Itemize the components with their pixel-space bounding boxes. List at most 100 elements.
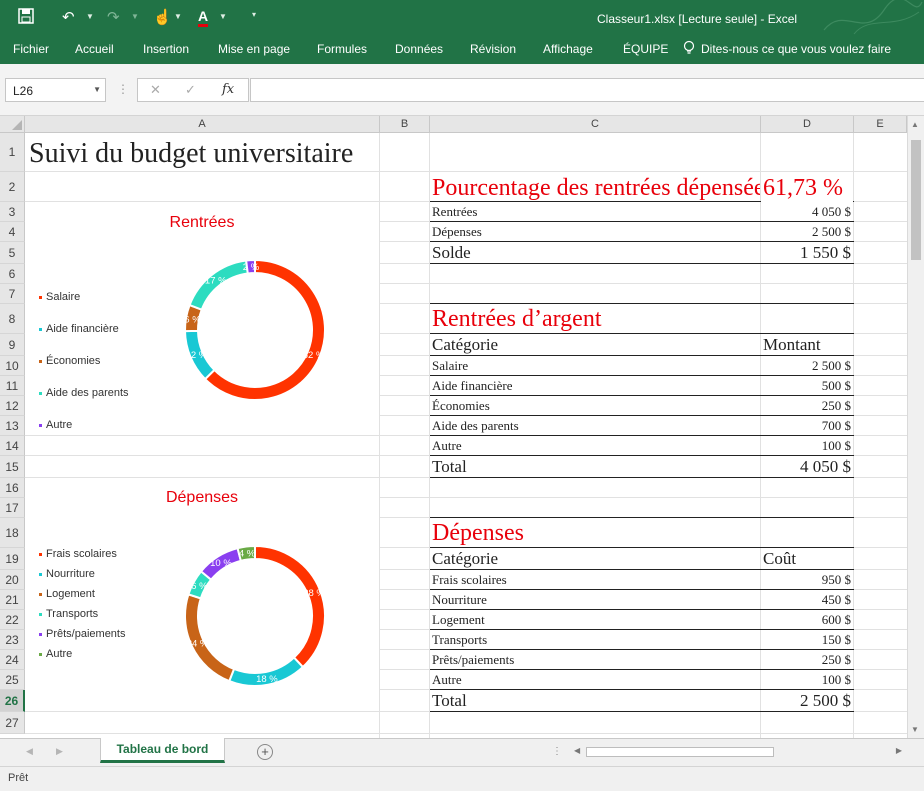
- cancel-icon[interactable]: ✕: [150, 82, 161, 98]
- table-row-label[interactable]: Aide financière: [432, 376, 512, 396]
- vertical-scroll-thumb[interactable]: [911, 140, 921, 260]
- table-row-label[interactable]: Salaire: [432, 356, 468, 376]
- expenses-col-cost[interactable]: Coût: [763, 548, 796, 570]
- column-header-e[interactable]: E: [854, 116, 907, 133]
- tab-affichage[interactable]: Affichage: [543, 42, 593, 56]
- row-header[interactable]: 17: [0, 498, 25, 518]
- redo-dropdown-icon[interactable]: ▼: [131, 12, 139, 21]
- horizontal-scroll-thumb[interactable]: [586, 747, 774, 757]
- tab-mise-en-page[interactable]: Mise en page: [218, 42, 290, 56]
- row-header[interactable]: 20: [0, 570, 25, 590]
- expenses-total-label[interactable]: Total: [432, 690, 467, 712]
- chevron-down-icon[interactable]: ▼: [93, 85, 101, 94]
- table-row-label[interactable]: Économies: [432, 396, 490, 416]
- touch-dropdown-icon[interactable]: ▼: [174, 12, 182, 21]
- income-total-value[interactable]: 4 050 $: [761, 456, 851, 478]
- expenses-donut[interactable]: 38 % 18 % 24 % 6 % 10 % 4 %: [165, 536, 345, 696]
- expenses-donut-chart[interactable]: Dépenses Frais scolaires Nourriture Logeme…: [25, 478, 379, 710]
- row-header[interactable]: 1: [0, 133, 25, 172]
- row-header[interactable]: 18: [0, 518, 25, 548]
- tell-me-search[interactable]: Dites-nous ce que vous voulez faire: [701, 42, 891, 56]
- income-donut[interactable]: 62 % 12 % 6 % 17 % 2 %: [165, 250, 345, 410]
- table-row-value[interactable]: 150 $: [761, 630, 851, 650]
- row-header[interactable]: 25: [0, 670, 25, 690]
- tab-equipe[interactable]: ÉQUIPE: [623, 42, 668, 56]
- expenses-heading[interactable]: Dépenses: [432, 518, 524, 548]
- expenses-col-category[interactable]: Catégorie: [432, 548, 498, 570]
- income-total-label[interactable]: Total: [432, 456, 467, 478]
- table-row-value[interactable]: 450 $: [761, 590, 851, 610]
- tab-insertion[interactable]: Insertion: [143, 42, 189, 56]
- row-header[interactable]: 24: [0, 650, 25, 670]
- row-header[interactable]: 23: [0, 630, 25, 650]
- table-row-label[interactable]: Aide des parents: [432, 416, 519, 436]
- save-icon[interactable]: [18, 8, 34, 30]
- row-header[interactable]: 26: [0, 690, 25, 712]
- split-handle-icon[interactable]: ⋮: [552, 746, 562, 757]
- row-header[interactable]: 6: [0, 264, 25, 284]
- row-header[interactable]: 10: [0, 356, 25, 376]
- horizontal-scrollbar[interactable]: ◀ ▶: [572, 745, 904, 759]
- summary-value[interactable]: 4 050 $: [761, 202, 851, 222]
- row-header[interactable]: 19: [0, 548, 25, 570]
- table-row-value[interactable]: 950 $: [761, 570, 851, 590]
- row-header[interactable]: 7: [0, 284, 25, 304]
- column-header-b[interactable]: B: [380, 116, 430, 133]
- undo-dropdown-icon[interactable]: ▼: [86, 12, 94, 21]
- row-header[interactable]: 9: [0, 334, 25, 356]
- income-col-amount[interactable]: Montant: [763, 334, 821, 356]
- solde-value[interactable]: 1 550 $: [761, 242, 851, 264]
- table-row-label[interactable]: Logement: [432, 610, 485, 630]
- customize-qat-icon[interactable]: ▾: [252, 10, 256, 19]
- sheet-tab-tableau-de-bord[interactable]: Tableau de bord: [100, 738, 225, 763]
- scroll-up-icon[interactable]: ▲: [911, 120, 919, 129]
- table-row-label[interactable]: Autre: [432, 670, 462, 690]
- row-header[interactable]: 21: [0, 590, 25, 610]
- row-header[interactable]: 14: [0, 436, 25, 456]
- table-row-value[interactable]: 250 $: [761, 396, 851, 416]
- table-row-value[interactable]: 700 $: [761, 416, 851, 436]
- row-header[interactable]: 22: [0, 610, 25, 630]
- table-row-value[interactable]: 600 $: [761, 610, 851, 630]
- table-row-label[interactable]: Nourriture: [432, 590, 487, 610]
- row-header[interactable]: 13: [0, 416, 25, 436]
- touch-mode-icon[interactable]: ☝: [153, 8, 172, 28]
- row-header[interactable]: 12: [0, 396, 25, 416]
- table-row-label[interactable]: Prêts/paiements: [432, 650, 514, 670]
- redo-icon[interactable]: ↷: [107, 8, 120, 28]
- row-header[interactable]: 3: [0, 202, 25, 222]
- column-header-c[interactable]: C: [430, 116, 761, 133]
- scroll-down-icon[interactable]: ▼: [911, 725, 919, 734]
- table-row-label[interactable]: Autre: [432, 436, 462, 456]
- income-donut-chart[interactable]: Rentrées Salaire Aide financière Économies…: [25, 202, 379, 435]
- column-header-d[interactable]: D: [761, 116, 854, 133]
- solde-label[interactable]: Solde: [432, 242, 471, 264]
- sheet-title[interactable]: Suivi du budget universitaire: [29, 136, 353, 171]
- summary-label[interactable]: Rentrées: [432, 202, 477, 222]
- row-header[interactable]: 15: [0, 456, 25, 478]
- row-header[interactable]: 5: [0, 242, 25, 264]
- formula-input[interactable]: [250, 78, 924, 102]
- income-heading[interactable]: Rentrées d’argent: [432, 304, 602, 334]
- row-header[interactable]: 27: [0, 712, 25, 734]
- pct-value[interactable]: 61,73 %: [761, 172, 853, 204]
- add-sheet-icon[interactable]: +: [257, 744, 273, 760]
- row-header[interactable]: 11: [0, 376, 25, 396]
- font-color-icon[interactable]: A: [198, 8, 209, 27]
- table-row-value[interactable]: 250 $: [761, 650, 851, 670]
- donut-slice[interactable]: [254, 544, 326, 669]
- table-row-value[interactable]: 500 $: [761, 376, 851, 396]
- prev-sheet-icon[interactable]: ◀: [26, 746, 33, 757]
- confirm-icon[interactable]: ✓: [185, 82, 196, 98]
- row-header[interactable]: 2: [0, 172, 25, 202]
- lightbulb-icon[interactable]: [683, 40, 695, 56]
- tab-formules[interactable]: Formules: [317, 42, 367, 56]
- column-header-a[interactable]: A: [25, 116, 380, 133]
- table-row-value[interactable]: 2 500 $: [761, 356, 851, 376]
- insert-function-icon[interactable]: fx: [222, 82, 234, 97]
- scroll-right-icon[interactable]: ▶: [896, 746, 902, 755]
- tab-fichier[interactable]: Fichier: [13, 42, 49, 56]
- income-col-category[interactable]: Catégorie: [432, 334, 498, 356]
- pct-label[interactable]: Pourcentage des rentrées dépensées: [432, 172, 760, 204]
- undo-icon[interactable]: ↶: [62, 8, 75, 28]
